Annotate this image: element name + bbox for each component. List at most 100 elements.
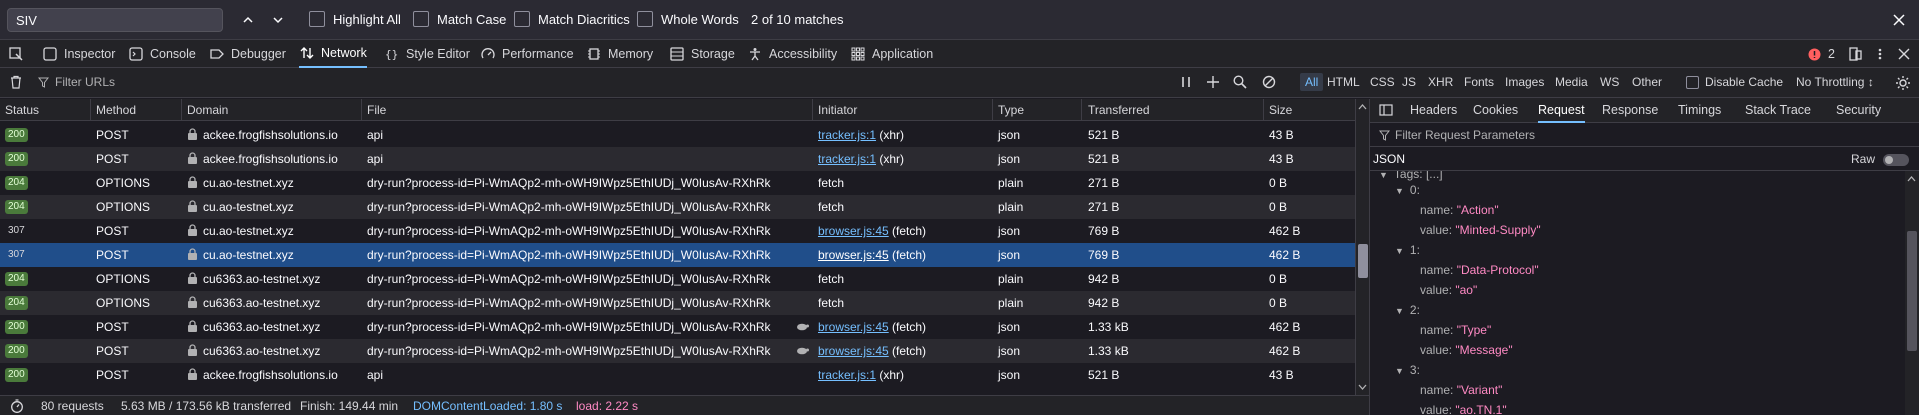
tag-value-value: "ao" (1455, 283, 1478, 297)
highlight-all-checkbox[interactable]: Highlight All (309, 11, 401, 27)
tab-debugger[interactable]: Debugger (209, 40, 286, 68)
throttling-select[interactable]: No Throttling ↕ (1796, 75, 1874, 89)
details-tab-headers[interactable]: Headers (1410, 103, 1457, 117)
table-row[interactable]: 307 POST cu.ao-testnet.xyz dry-run?process-… (0, 243, 1355, 267)
dock-options-button[interactable] (1847, 40, 1863, 68)
filter-css[interactable]: CSS (1370, 75, 1395, 89)
network-settings-button[interactable] (1895, 75, 1911, 91)
close-devtools-button[interactable] (1896, 40, 1912, 68)
tree-leaf-value[interactable]: value: "Minted-Supply" (1420, 223, 1541, 237)
filter-urls-input[interactable]: Filter URLs (38, 75, 115, 89)
tree-leaf-value[interactable]: value: "Message" (1420, 343, 1513, 357)
column-domain[interactable]: Domain (187, 103, 228, 117)
initiator-link[interactable]: tracker.js:1 (818, 368, 876, 382)
clear-requests-button[interactable] (9, 75, 23, 89)
pick-element-button[interactable] (8, 40, 24, 68)
more-options-button[interactable] (1872, 40, 1888, 68)
match-diacritics-checkbox[interactable]: Match Diacritics (514, 11, 630, 27)
whole-words-checkbox[interactable]: Whole Words (637, 11, 739, 27)
table-row[interactable]: 307 POST cu.ao-testnet.xyz dry-run?process-… (0, 219, 1355, 243)
search-button[interactable] (1233, 75, 1247, 89)
tree-leaf-name[interactable]: name: "Variant" (1420, 383, 1502, 397)
performance-analysis-button[interactable] (10, 399, 24, 413)
initiator-link[interactable]: tracker.js:1 (818, 128, 876, 142)
column-type[interactable]: Type (998, 103, 1024, 117)
table-row[interactable]: 204 OPTIONS cu6363.ao-testnet.xyz dry-run?p… (0, 267, 1355, 291)
find-next-button[interactable] (266, 9, 290, 31)
close-find-button[interactable] (1889, 10, 1909, 30)
column-file[interactable]: File (367, 103, 386, 117)
filter-all[interactable]: All (1300, 73, 1324, 91)
tree-node-tag[interactable]: ▼ 3: (1395, 363, 1420, 377)
find-input[interactable] (7, 8, 223, 32)
tree-node-tag[interactable]: ▼ 2: (1395, 303, 1420, 317)
table-row[interactable]: 200 POST ackee.frogfishsolutions.io api trac… (0, 147, 1355, 171)
filter-html[interactable]: HTML (1327, 75, 1360, 89)
tree-leaf-value[interactable]: value: "ao.TN.1" (1420, 403, 1507, 415)
pause-button[interactable] (1180, 76, 1192, 88)
tree-node-tags[interactable]: ▼ Tags: [...] (1379, 171, 1443, 181)
initiator-link[interactable]: browser.js:45 (818, 248, 889, 262)
details-tab-response[interactable]: Response (1602, 103, 1658, 117)
details-scrollbar[interactable] (1905, 171, 1919, 415)
tree-leaf-name[interactable]: name: "Type" (1420, 323, 1491, 337)
tab-performance[interactable]: Performance (480, 40, 574, 68)
initiator-link[interactable]: tracker.js:1 (818, 152, 876, 166)
filter-other[interactable]: Other (1632, 75, 1662, 89)
raw-toggle[interactable] (1883, 154, 1909, 166)
column-initiator[interactable]: Initiator (818, 103, 857, 117)
block-requests-button[interactable] (1262, 75, 1276, 89)
find-previous-button[interactable] (236, 9, 260, 31)
tree-node-tag[interactable]: ▼ 1: (1395, 243, 1420, 257)
disable-cache-checkbox[interactable]: Disable Cache (1686, 75, 1783, 89)
initiator-link[interactable]: browser.js:45 (818, 320, 889, 334)
filter-request-parameters[interactable]: Filter Request Parameters (1370, 123, 1919, 147)
error-count: 2 (1828, 47, 1835, 61)
initiator-link[interactable]: browser.js:45 (818, 224, 889, 238)
details-tab-timings[interactable]: Timings (1678, 103, 1721, 117)
column-size[interactable]: Size (1269, 103, 1292, 117)
column-method[interactable]: Method (96, 103, 136, 117)
filter-xhr[interactable]: XHR (1428, 75, 1453, 89)
file-cell: api (367, 368, 384, 382)
filter-ws[interactable]: WS (1600, 75, 1619, 89)
toggle-sidebar-button[interactable] (1379, 103, 1393, 117)
details-tab-security[interactable]: Security (1836, 103, 1881, 117)
initiator-link[interactable]: browser.js:45 (818, 344, 889, 358)
table-row[interactable]: 204 OPTIONS cu6363.ao-testnet.xyz dry-run?p… (0, 291, 1355, 315)
details-tab-stack-trace[interactable]: Stack Trace (1745, 103, 1811, 117)
table-row[interactable]: 204 OPTIONS cu.ao-testnet.xyz dry-run?proce… (0, 195, 1355, 219)
tab-accessibility[interactable]: Accessibility (747, 40, 837, 68)
filter-js[interactable]: JS (1402, 75, 1416, 89)
tab-inspector[interactable]: Inspector (42, 40, 115, 68)
tab-network[interactable]: Network (299, 40, 367, 68)
error-count-badge[interactable]: 2 (1806, 40, 1835, 68)
tree-leaf-name[interactable]: name: "Action" (1420, 203, 1499, 217)
tab-style-editor[interactable]: {} Style Editor (384, 40, 470, 68)
table-row[interactable]: 200 POST ackee.frogfishsolutions.io api trac… (0, 123, 1355, 147)
scroll-thumb[interactable] (1907, 231, 1917, 351)
filter-fonts[interactable]: Fonts (1464, 75, 1494, 89)
filter-media[interactable]: Media (1555, 75, 1588, 89)
tree-leaf-name[interactable]: name: "Data-Protocol" (1420, 263, 1539, 277)
tab-memory[interactable]: Memory (586, 40, 653, 68)
details-tab-request[interactable]: Request (1538, 103, 1585, 123)
tab-application[interactable]: Application (850, 40, 933, 68)
tab-console[interactable]: Console (128, 40, 196, 68)
table-row[interactable]: 200 POST cu6363.ao-testnet.xyz dry-run?proc… (0, 315, 1355, 339)
table-row[interactable]: 200 POST cu6363.ao-testnet.xyz dry-run?proc… (0, 339, 1355, 363)
scroll-down-icon (1358, 384, 1367, 390)
tab-storage[interactable]: Storage (669, 40, 735, 68)
scroll-thumb[interactable] (1358, 244, 1368, 278)
tree-leaf-value[interactable]: value: "ao" (1420, 283, 1477, 297)
details-tab-cookies[interactable]: Cookies (1473, 103, 1518, 117)
column-transferred[interactable]: Transferred (1088, 103, 1150, 117)
column-status[interactable]: Status (5, 103, 39, 117)
table-row[interactable]: 204 OPTIONS cu.ao-testnet.xyz dry-run?proce… (0, 171, 1355, 195)
table-row[interactable]: 200 POST ackee.frogfishsolutions.io api trac… (0, 363, 1355, 387)
tree-node-tag[interactable]: ▼ 0: (1395, 183, 1420, 197)
filter-images[interactable]: Images (1505, 75, 1544, 89)
match-case-checkbox[interactable]: Match Case (413, 11, 506, 27)
add-request-button[interactable] (1206, 75, 1220, 89)
requests-scrollbar[interactable] (1355, 99, 1369, 395)
